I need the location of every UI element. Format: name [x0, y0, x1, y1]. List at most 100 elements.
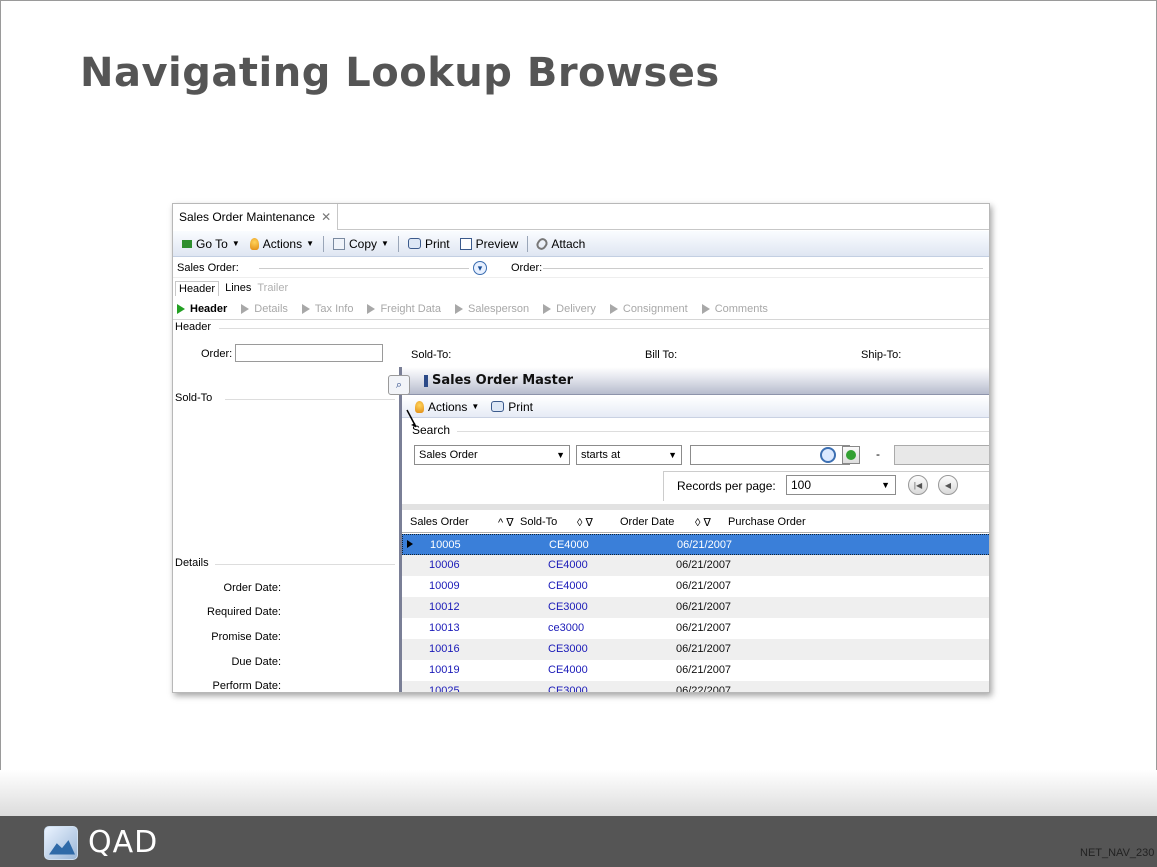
cell-sold-to[interactable]: CE4000 [549, 539, 589, 551]
sort-filter-icon[interactable]: ◊ ∇ [695, 516, 711, 529]
grid-header: Sales Order ^ ∇ Sold-To ◊ ∇ Order Date ◊… [402, 511, 989, 533]
preview-button[interactable]: Preview [457, 237, 522, 251]
search-icon[interactable] [820, 447, 836, 463]
cell-sales-order[interactable]: 10006 [429, 559, 460, 571]
step-header[interactable]: Header [177, 303, 227, 315]
cell-sold-to[interactable]: CE4000 [548, 559, 588, 571]
sales-order-field[interactable] [259, 268, 469, 269]
subtab-lines[interactable]: Lines [225, 282, 251, 294]
step-consignment[interactable]: Consignment [609, 303, 688, 315]
magnifier-icon[interactable]: ⌕ [388, 375, 410, 395]
step-comments[interactable]: Comments [701, 303, 768, 315]
cell-sold-to[interactable]: CE3000 [548, 643, 588, 655]
table-row[interactable]: 10013 ce3000 06/21/2007 [402, 618, 989, 639]
cell-sales-order[interactable]: 10012 [429, 601, 460, 613]
sort-filter-icon[interactable]: ^ ∇ [498, 516, 514, 529]
subtab-header[interactable]: Header [175, 280, 220, 296]
cell-sales-order[interactable]: 10013 [429, 622, 460, 634]
lookup-print-button[interactable]: Print [488, 400, 536, 414]
cell-sales-order[interactable]: 10019 [429, 664, 460, 676]
required-date-label: Required Date: [207, 606, 281, 618]
column-header-purchase-order[interactable]: Purchase Order [728, 516, 806, 528]
grid-body: 10005 CE4000 06/21/2007 10006 CE4000 06/… [402, 534, 989, 692]
copy-button[interactable]: Copy ▼ [330, 237, 392, 251]
actions-button[interactable]: Actions ▼ [247, 237, 317, 251]
column-header-order-date[interactable]: Order Date [620, 516, 674, 528]
grid-divider [402, 504, 989, 510]
chevron-down-icon: ▼ [381, 239, 389, 248]
cell-order-date: 06/21/2007 [676, 601, 732, 613]
cell-order-date: 06/21/2007 [676, 643, 732, 655]
play-icon [177, 303, 185, 314]
table-row[interactable]: 10009 CE4000 06/21/2007 [402, 576, 989, 597]
close-icon[interactable]: ✕ [321, 210, 331, 224]
cell-sold-to[interactable]: CE4000 [548, 580, 588, 592]
table-row[interactable]: 10025 CE3000 06/22/2007 [402, 681, 989, 692]
address-headings: Sold-To: Bill To: Ship-To: [409, 349, 989, 365]
search-to-input[interactable] [894, 445, 989, 465]
order-label: Order: [511, 261, 543, 274]
order-field-label: Order: [201, 348, 233, 360]
cell-sales-order[interactable]: 10025 [429, 685, 460, 692]
bulb-icon [249, 237, 259, 250]
cell-sales-order[interactable]: 10009 [429, 580, 460, 592]
lookup-titlebar: Sales Order Master [402, 367, 989, 395]
table-row[interactable]: 10016 CE3000 06/21/2007 [402, 639, 989, 660]
go-button[interactable] [842, 446, 860, 464]
details-section-label: Details [175, 557, 209, 569]
tab-sales-order-maintenance[interactable]: Sales Order Maintenance ✕ [173, 204, 339, 230]
lookup-actions-button[interactable]: Actions ▼ [412, 400, 482, 414]
cell-sold-to[interactable]: CE4000 [548, 664, 588, 676]
cell-sold-to[interactable]: CE3000 [548, 685, 588, 692]
table-row[interactable]: 10005 CE4000 06/21/2007 [402, 534, 989, 555]
sales-order-label: Sales Order: [177, 261, 239, 274]
chevron-down-icon: ▼ [471, 402, 480, 411]
order-input[interactable] [235, 344, 383, 362]
previous-page-button[interactable]: ◀ [938, 475, 958, 495]
play-icon [701, 303, 710, 314]
header-section-label: Header [175, 321, 212, 333]
goto-button[interactable]: Go To ▼ [179, 237, 243, 251]
perform-date-label: Perform Date: [212, 680, 281, 692]
chevron-down-icon: ▼ [668, 450, 677, 460]
range-dash: - [876, 447, 880, 461]
records-per-page-select[interactable]: 100 ▼ [786, 475, 896, 495]
step-salesperson[interactable]: Salesperson [454, 303, 529, 315]
table-row[interactable]: 10019 CE4000 06/21/2007 [402, 660, 989, 681]
due-date-label: Due Date: [231, 656, 281, 668]
column-header-sales-order[interactable]: Sales Order [410, 516, 469, 528]
cell-sold-to[interactable]: ce3000 [548, 622, 584, 634]
sold-to-heading: Sold-To: [411, 349, 452, 361]
column-header-sold-to[interactable]: Sold-To [520, 516, 557, 528]
cell-order-date: 06/21/2007 [676, 559, 732, 571]
search-field-select[interactable]: Sales Order ▼ [414, 445, 570, 465]
preview-icon [459, 237, 472, 250]
chevron-down-icon: ▼ [231, 239, 240, 248]
subtab-trailer[interactable]: Trailer [257, 282, 288, 294]
attach-button[interactable]: Attach [534, 235, 588, 252]
cell-sales-order[interactable]: 10016 [429, 643, 460, 655]
table-row[interactable]: 10006 CE4000 06/21/2007 [402, 555, 989, 576]
toolbar-separator [323, 235, 325, 252]
play-icon [543, 303, 552, 314]
row-pointer-icon [407, 540, 413, 548]
print-button[interactable]: Print [405, 237, 453, 251]
order-field[interactable] [543, 268, 983, 269]
first-page-button[interactable]: |◀ [908, 475, 928, 495]
sort-filter-icon[interactable]: ◊ ∇ [577, 516, 593, 529]
lookup-browse-popup: Sales Order Master ⌕ Actions ▼ Print Sea… [388, 367, 989, 692]
lookup-chevron-icon[interactable]: ▾ [473, 261, 487, 275]
cell-sales-order[interactable]: 10005 [430, 539, 461, 551]
table-row[interactable]: 10012 CE3000 06/21/2007 [402, 597, 989, 618]
qad-logo: QAD [44, 825, 158, 860]
cell-sold-to[interactable]: CE3000 [548, 601, 588, 613]
app-screenshot: Sales Order Maintenance ✕ Go To ▼ Action… [172, 203, 990, 693]
toolbar-separator [397, 235, 399, 252]
step-delivery[interactable]: Delivery [543, 303, 596, 315]
step-freight-data[interactable]: Freight Data [367, 303, 441, 315]
slide-title: Navigating Lookup Browses [80, 50, 720, 96]
step-details[interactable]: Details [241, 303, 288, 315]
step-tax-info[interactable]: Tax Info [301, 303, 353, 315]
ship-to-heading: Ship-To: [861, 349, 902, 361]
search-operator-select[interactable]: starts at ▼ [576, 445, 682, 465]
